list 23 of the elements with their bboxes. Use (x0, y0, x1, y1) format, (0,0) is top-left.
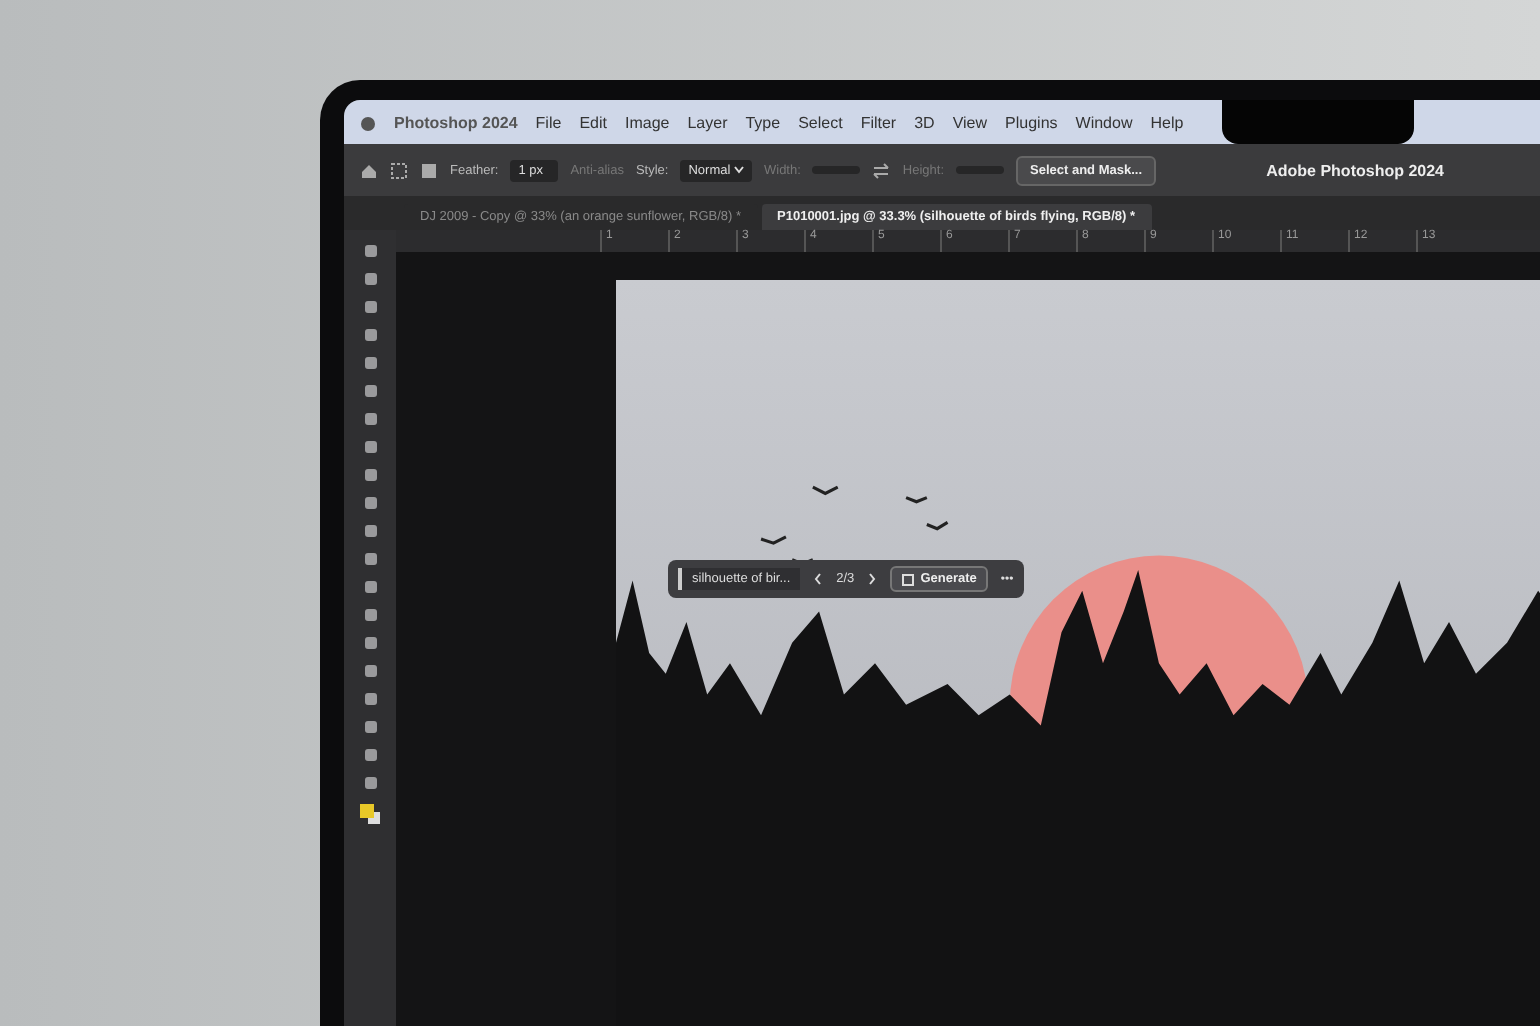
menu-item[interactable]: Select (798, 113, 843, 131)
color-swatch-icon[interactable] (358, 802, 382, 826)
next-icon[interactable] (866, 572, 879, 586)
selection-mode-icon[interactable] (420, 161, 438, 179)
menu-item[interactable]: View (952, 113, 988, 131)
swap-icon[interactable] (872, 161, 891, 179)
menu-item[interactable]: Plugins (1005, 113, 1058, 131)
previous-icon[interactable] (812, 572, 825, 586)
generate-icon (902, 573, 915, 585)
window-title: Adobe Photoshop 2024 (1266, 161, 1444, 179)
home-icon[interactable] (360, 161, 378, 179)
menu-item[interactable]: Type (745, 113, 781, 131)
menu-item[interactable]: Filter (860, 113, 897, 131)
menu-item[interactable]: File (535, 113, 562, 131)
menu-item[interactable]: Image (624, 113, 670, 131)
caret-icon (733, 165, 744, 173)
menu-item[interactable]: Layer (687, 113, 728, 131)
menu-item[interactable]: Photoshop 2024 (394, 113, 518, 131)
menu-item[interactable]: Window (1075, 113, 1133, 131)
menu-item[interactable]: Edit (579, 113, 607, 131)
menu-item[interactable]: 3D (914, 113, 935, 131)
marquee-icon[interactable] (390, 161, 408, 179)
menu-item[interactable]: Help (1150, 113, 1184, 131)
